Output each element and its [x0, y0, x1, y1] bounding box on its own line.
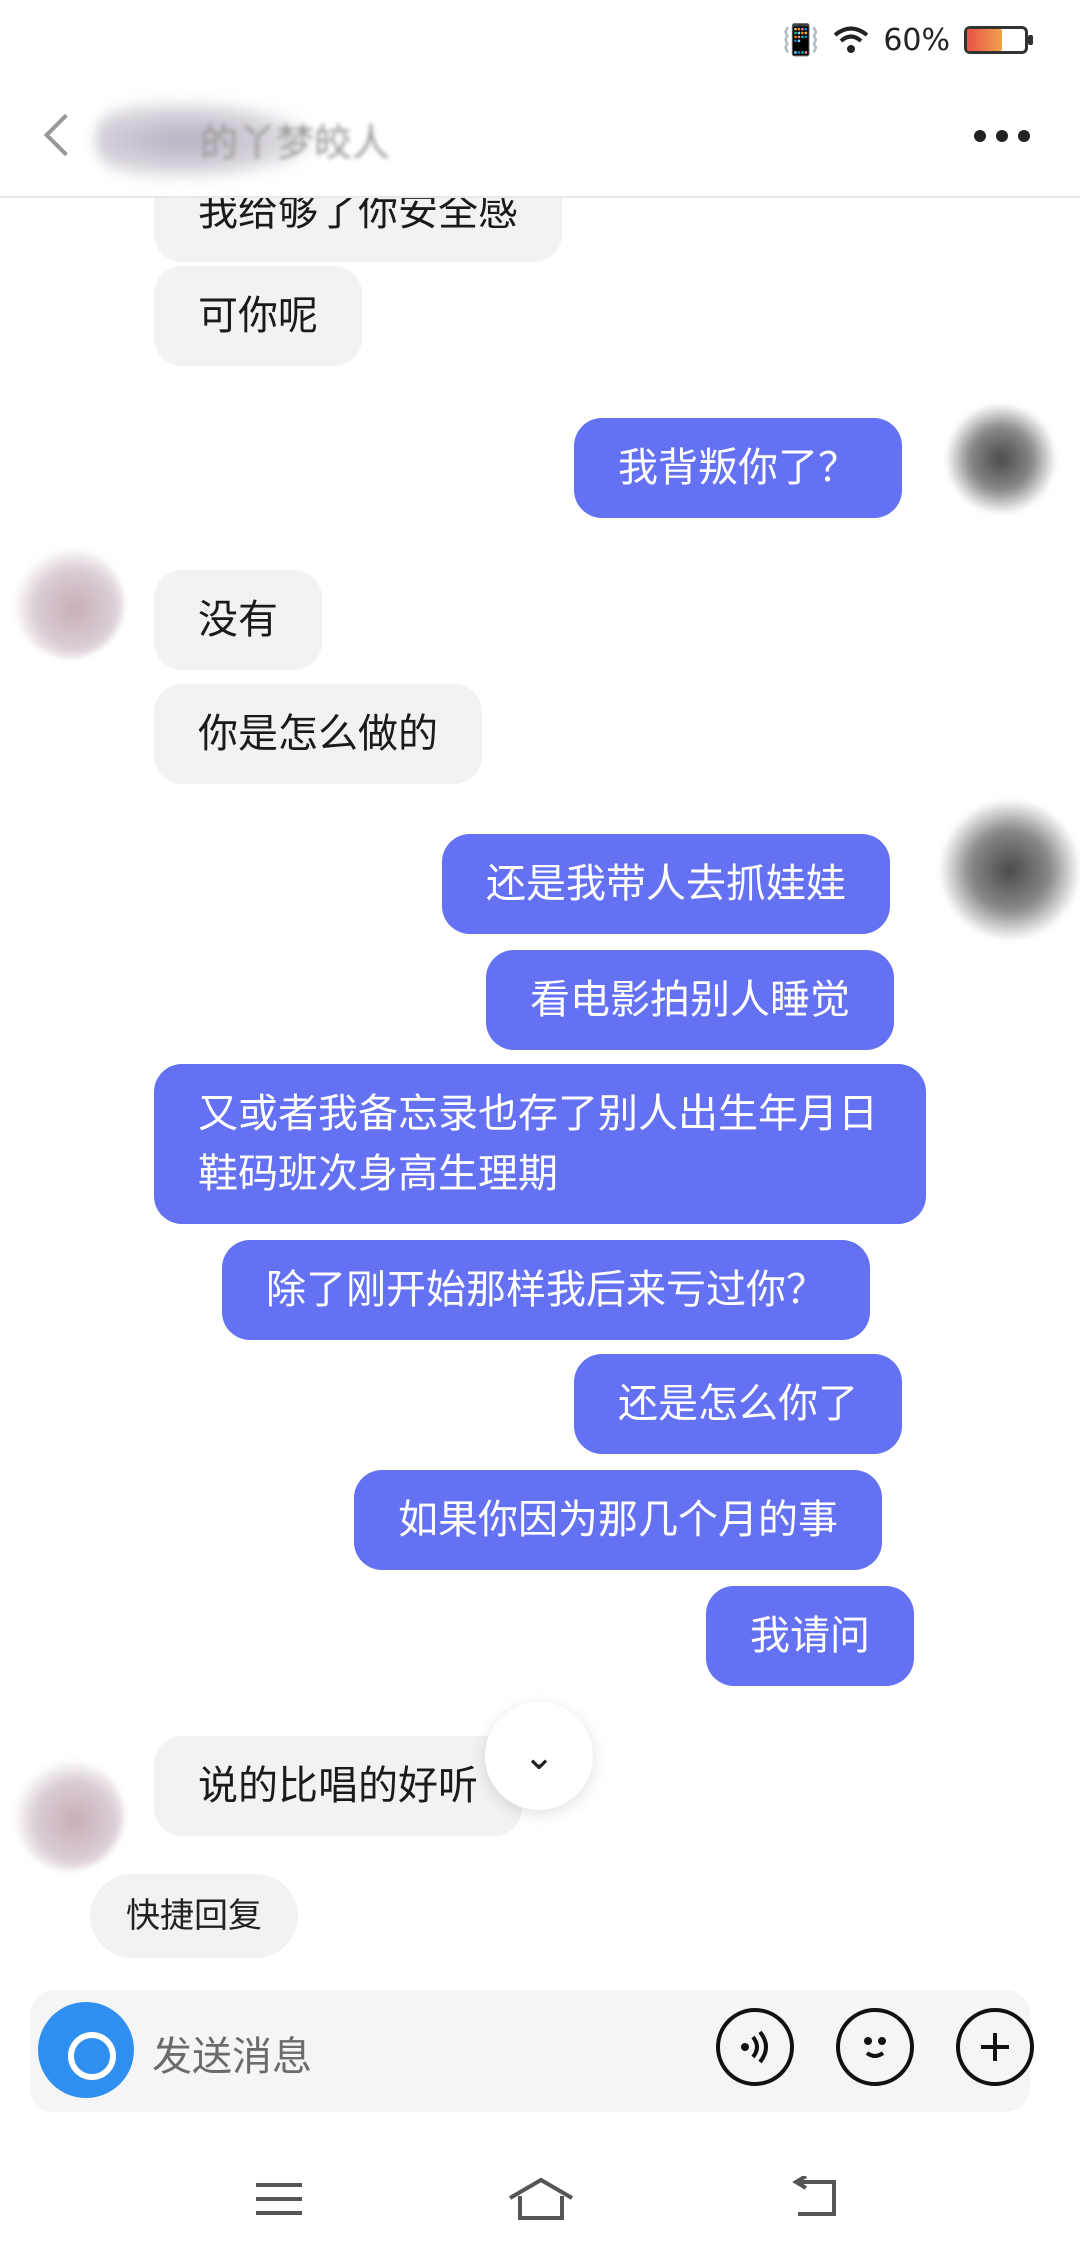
message-bubble[interactable]: 我请问	[706, 1586, 914, 1686]
message-input-bar: 发送消息	[30, 1990, 1034, 2112]
vibrate-icon: 📳	[781, 22, 820, 58]
wifi-icon	[834, 26, 869, 53]
message-bubble[interactable]: 看电影拍别人睡觉	[486, 950, 894, 1050]
battery-level	[967, 29, 1002, 51]
emoji-icon[interactable]	[836, 2008, 914, 2086]
plus-icon[interactable]	[956, 2008, 1034, 2086]
status-bar: 📳 60%	[0, 0, 1080, 80]
more-horizontal-icon[interactable]	[974, 130, 1030, 142]
scroll-to-bottom-button[interactable]: ⌄	[485, 1702, 593, 1810]
double-chevron-down-icon: ⌄	[523, 1734, 555, 1778]
message-bubble[interactable]: 还是我带人去抓娃娃	[442, 834, 890, 934]
message-bubble[interactable]: 还是怎么你了	[574, 1354, 902, 1454]
menu-icon[interactable]	[254, 2176, 304, 2230]
message-bubble[interactable]: 我背叛你了？	[574, 418, 902, 518]
message-input[interactable]: 发送消息	[152, 2024, 312, 2082]
back-icon[interactable]	[790, 2174, 840, 2231]
avatar[interactable]	[14, 1760, 124, 1870]
battery-icon	[964, 26, 1033, 54]
message-bubble[interactable]: 可你呢	[154, 266, 362, 366]
message-bubble[interactable]: 没有	[154, 570, 322, 670]
message-bubble[interactable]: 你是怎么做的	[154, 684, 482, 784]
voice-icon[interactable]	[716, 2008, 794, 2086]
quick-reply-button[interactable]: 快捷回复	[90, 1874, 298, 1958]
avatar[interactable]	[940, 800, 1080, 940]
avatar[interactable]	[946, 404, 1056, 514]
chevron-left-icon[interactable]	[43, 113, 87, 157]
home-icon[interactable]	[508, 2176, 574, 2231]
camera-icon[interactable]	[38, 2002, 134, 2098]
message-bubble[interactable]: 说的比唱的好听	[154, 1736, 522, 1836]
message-bubble[interactable]: 如果你因为那几个月的事	[354, 1470, 882, 1570]
message-bubble[interactable]: 又或者我备忘录也存了别人出生年月日鞋码班次身高生理期	[154, 1064, 926, 1224]
chat-header: 的丫梦皎人	[0, 80, 1080, 198]
battery-percent: 60%	[883, 22, 950, 58]
status-icons: 📳 60%	[781, 18, 1033, 62]
system-navigation-bar	[0, 2140, 1080, 2256]
message-bubble[interactable]: 除了刚开始那样我后来亏过你？	[222, 1240, 870, 1340]
avatar[interactable]	[14, 548, 124, 658]
page-title: 的丫梦皎人	[200, 121, 391, 165]
